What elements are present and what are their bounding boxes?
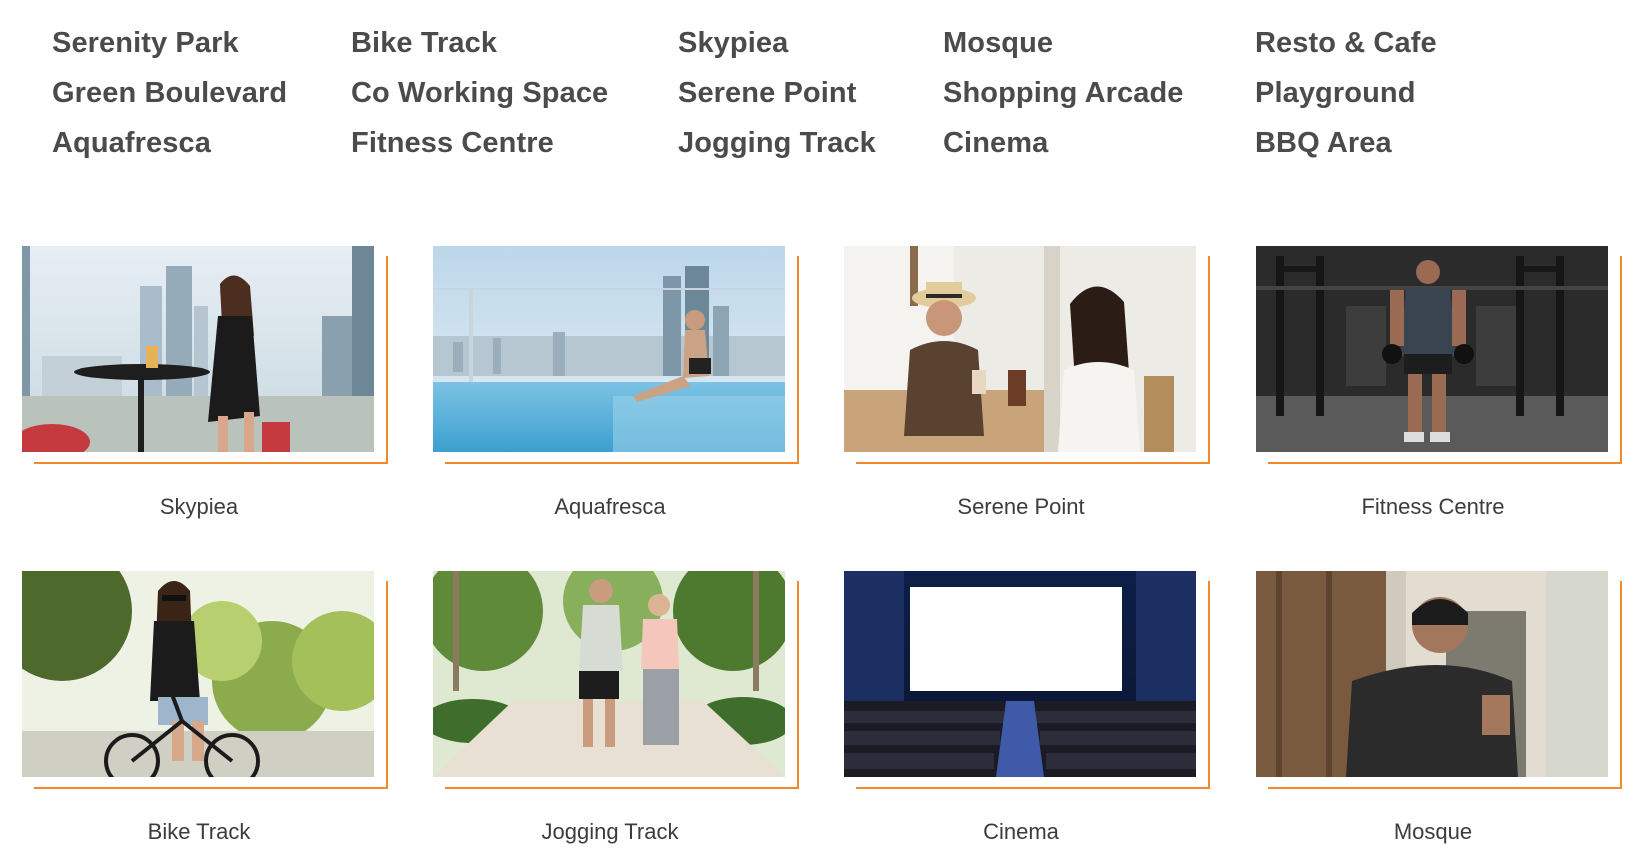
card-caption: Mosque (1393, 819, 1473, 844)
card-caption: Fitness Centre (1361, 494, 1505, 519)
rooftop-city-woman-photo (22, 246, 374, 452)
card-caption: Jogging Track (541, 819, 679, 844)
gallery-card-cinema[interactable]: Cinema (844, 571, 1212, 861)
gallery-card-jogging-track[interactable]: Jogging Track (433, 571, 801, 861)
gallery-card-bike-track[interactable]: Bike Track (22, 571, 390, 861)
woman-bicycle-park-photo (22, 571, 374, 777)
facilities-gallery: Skypiea Aquafresca Serene Point Fitness … (0, 0, 1636, 849)
gym-man-photo (1256, 246, 1608, 452)
card-caption: Serene Point (957, 494, 1085, 519)
couple-jogging-photo (433, 571, 785, 777)
card-caption: Skypiea (159, 494, 239, 519)
gallery-card-mosque[interactable]: Mosque (1256, 571, 1624, 861)
gallery-card-serene-point[interactable]: Serene Point (844, 246, 1212, 536)
man-praying-photo (1256, 571, 1608, 777)
couple-cafe-photo (844, 246, 1196, 452)
infinity-pool-photo (433, 246, 785, 452)
card-caption: Aquafresca (554, 494, 666, 519)
gallery-card-fitness-centre[interactable]: Fitness Centre (1256, 246, 1624, 536)
card-caption: Cinema (983, 819, 1059, 844)
card-caption: Bike Track (147, 819, 251, 844)
gallery-card-aquafresca[interactable]: Aquafresca (433, 246, 801, 536)
gallery-card-skypiea[interactable]: Skypiea (22, 246, 390, 536)
cinema-hall-photo (844, 571, 1196, 777)
